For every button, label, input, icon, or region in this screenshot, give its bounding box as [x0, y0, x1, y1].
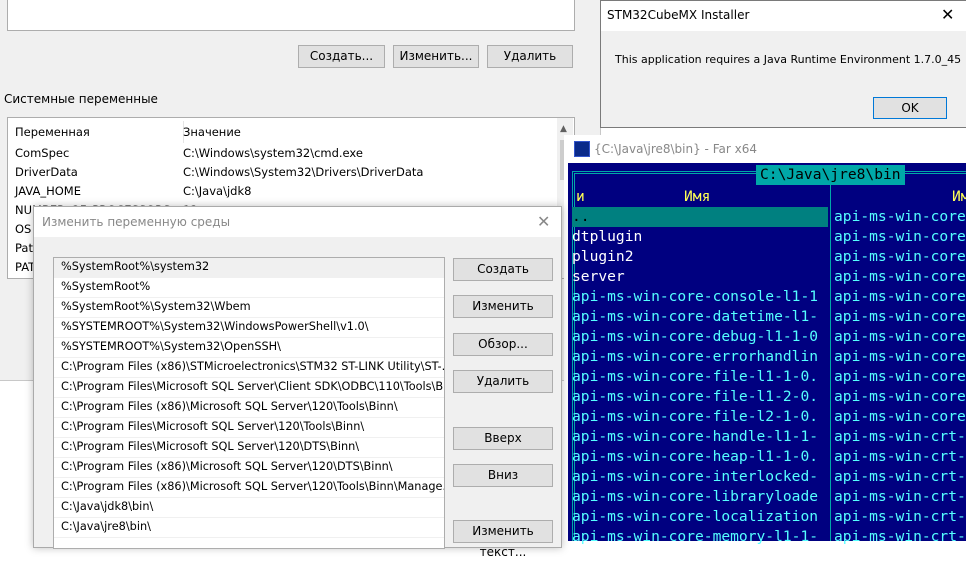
far-app-icon — [574, 141, 590, 157]
far-file-item[interactable]: api-ms-win-core-libraryloade — [572, 487, 828, 507]
far-file-item[interactable]: api-ms-win-core-memory-l1-1- — [572, 527, 828, 547]
far-file-item[interactable]: api-ms-win-core — [834, 407, 966, 427]
far-window-title: {C:\Java\jre8\bin} - Far x64 — [594, 142, 757, 156]
variable-name: OS — [15, 222, 32, 236]
edit-dialog-titlebar: Изменить переменную среды ✕ — [34, 207, 561, 237]
path-list-item[interactable]: C:\Program Files (x86)\STMicroelectronic… — [54, 358, 444, 378]
path-up-button[interactable]: Вверх — [453, 427, 553, 450]
far-file-item[interactable]: api-ms-win-crt- — [834, 487, 966, 507]
table-row[interactable]: ComSpec C:\Windows\system32\cmd.exe — [8, 144, 556, 163]
installer-body: This application requires a Java Runtime… — [601, 31, 966, 127]
scroll-up-arrow-icon[interactable]: ▲ — [560, 124, 567, 134]
variable-value: C:\Windows\system32\cmd.exe — [183, 146, 363, 160]
far-file-item[interactable]: api-ms-win-core — [834, 247, 966, 267]
installer-title: STM32CubeMX Installer — [607, 8, 750, 22]
far-file-item[interactable]: .. — [572, 207, 828, 227]
far-file-item[interactable]: api-ms-win-crt- — [834, 467, 966, 487]
path-list-item[interactable]: %SystemRoot%\System32\Wbem — [54, 298, 444, 318]
far-col-n: и — [576, 188, 585, 205]
path-list-item[interactable]: %SystemRoot% — [54, 278, 444, 298]
far-path-label: C:\Java\jre8\bin — [756, 165, 905, 185]
edit-env-dialog: Изменить переменную среды ✕ %SystemRoot%… — [33, 206, 562, 559]
variable-name: DriverData — [15, 165, 78, 179]
path-edit-button[interactable]: Изменить — [453, 295, 553, 318]
far-file-item[interactable]: api-ms-win-core — [834, 307, 966, 327]
far-file-item[interactable]: api-ms-win-crt- — [834, 447, 966, 467]
path-list-item[interactable]: C:\Program Files\Microsoft SQL Server\12… — [54, 438, 444, 458]
far-file-item[interactable]: api-ms-win-core — [834, 287, 966, 307]
path-create-button[interactable]: Создать — [453, 258, 553, 281]
column-header-value[interactable]: Значение — [178, 121, 563, 143]
far-file-item[interactable]: api-ms-win-core — [834, 347, 966, 367]
variable-value: C:\Windows\System32\Drivers\DriverData — [183, 165, 424, 179]
close-icon[interactable]: ✕ — [941, 5, 954, 24]
table-row[interactable]: DriverData C:\Windows\System32\Drivers\Dr… — [8, 163, 556, 182]
path-list-item[interactable]: C:\Program Files (x86)\Microsoft SQL Ser… — [54, 458, 444, 478]
far-file-item[interactable]: api-ms-win-core-handle-l1-1- — [572, 427, 828, 447]
path-list-item[interactable]: C:\Program Files\Microsoft SQL Server\Cl… — [54, 378, 444, 398]
far-file-item[interactable]: api-ms-win-core — [834, 367, 966, 387]
path-list-item[interactable]: C:\Java\jdk8\bin\ — [54, 498, 444, 518]
path-list-item[interactable]: %SYSTEMROOT%\System32\OpenSSH\ — [54, 338, 444, 358]
far-file-item[interactable]: api-ms-win-core — [834, 327, 966, 347]
path-down-button[interactable]: Вниз — [453, 464, 553, 487]
far-file-item[interactable]: api-ms-win-core — [834, 267, 966, 287]
far-file-item[interactable]: api-ms-win-core-file-l2-1-0. — [572, 407, 828, 427]
far-file-item[interactable]: api-ms-win-core — [834, 227, 966, 247]
table-row[interactable]: JAVA_HOME C:\Java\jdk8 — [8, 182, 556, 201]
far-file-item[interactable]: api-ms-win-core — [834, 207, 966, 227]
far-file-item[interactable]: api-ms-win-core-console-l1-1 — [572, 287, 828, 307]
variable-name: ComSpec — [15, 146, 70, 160]
far-titlebar: {C:\Java\jre8\bin} - Far x64 — [564, 135, 966, 163]
user-delete-button[interactable]: Удалить — [487, 45, 573, 68]
user-vars-list[interactable] — [7, 0, 575, 31]
path-delete-button[interactable]: Удалить — [453, 370, 553, 393]
path-list-item[interactable]: C:\Program Files\Microsoft SQL Server\12… — [54, 418, 444, 438]
far-file-item[interactable]: server — [572, 267, 828, 287]
path-list-item[interactable]: %SystemRoot%\system32 — [54, 258, 444, 278]
installer-message: This application requires a Java Runtime… — [615, 53, 962, 66]
path-list[interactable]: %SystemRoot%\system32 %SystemRoot% %System… — [53, 257, 445, 549]
far-file-item[interactable]: api-ms-win-core — [834, 387, 966, 407]
path-list-item[interactable]: %SYSTEMROOT%\System32\WindowsPowerShell\… — [54, 318, 444, 338]
user-create-button[interactable]: Создать... — [298, 45, 385, 68]
far-file-item[interactable]: api-ms-win-crt- — [834, 527, 966, 547]
far-col-name: Имя — [684, 188, 711, 205]
column-header-name[interactable]: Переменная — [8, 121, 184, 143]
ok-button[interactable]: OK — [873, 97, 947, 119]
far-file-item[interactable]: api-ms-win-core-errorhandlin — [572, 347, 828, 367]
user-edit-button[interactable]: Изменить... — [393, 45, 479, 68]
far-file-item[interactable]: api-ms-win-core-interlocked- — [572, 467, 828, 487]
variable-name: JAVA_HOME — [15, 184, 81, 198]
far-file-item[interactable]: dtplugin — [572, 227, 828, 247]
path-edit-text-button[interactable]: Изменить текст... — [453, 520, 553, 559]
far-file-item[interactable]: api-ms-win-core-datetime-l1- — [572, 307, 828, 327]
variable-value: C:\Java\jdk8 — [183, 184, 252, 198]
far-file-item[interactable]: api-ms-win-core-debug-l1-1-0 — [572, 327, 828, 347]
edit-dialog-title: Изменить переменную среды — [42, 215, 231, 229]
path-list-item[interactable]: C:\Program Files (x86)\Microsoft SQL Ser… — [54, 398, 444, 418]
system-vars-label: Системные переменные — [4, 92, 158, 106]
far-file-item[interactable]: api-ms-win-crt- — [834, 507, 966, 527]
far-file-item[interactable]: api-ms-win-crt- — [834, 427, 966, 447]
far-file-item[interactable]: plugin2 — [572, 247, 828, 267]
far-file-item[interactable]: api-ms-win-core-heap-l1-1-0. — [572, 447, 828, 467]
far-col-right: Им — [952, 188, 966, 205]
path-list-item[interactable]: C:\Java\jre8\bin\ — [54, 518, 444, 538]
close-icon[interactable]: ✕ — [537, 212, 550, 231]
far-file-item[interactable]: api-ms-win-core-file-l1-1-0. — [572, 367, 828, 387]
installer-dialog: STM32CubeMX Installer ✕ This application… — [600, 0, 966, 128]
far-file-item[interactable]: api-ms-win-core-file-l1-2-0. — [572, 387, 828, 407]
path-list-item[interactable]: C:\Program Files (x86)\Microsoft SQL Ser… — [54, 478, 444, 498]
far-panel-divider — [830, 185, 831, 541]
path-browse-button[interactable]: Обзор... — [453, 333, 553, 356]
far-file-item[interactable]: api-ms-win-core-localization — [572, 507, 828, 527]
far-console[interactable]: C:\Java\jre8\bin и Имя Им .. dtplugin plug… — [568, 163, 966, 545]
far-manager-window: {C:\Java\jre8\bin} - Far x64 C:\Java\jre… — [564, 135, 966, 545]
